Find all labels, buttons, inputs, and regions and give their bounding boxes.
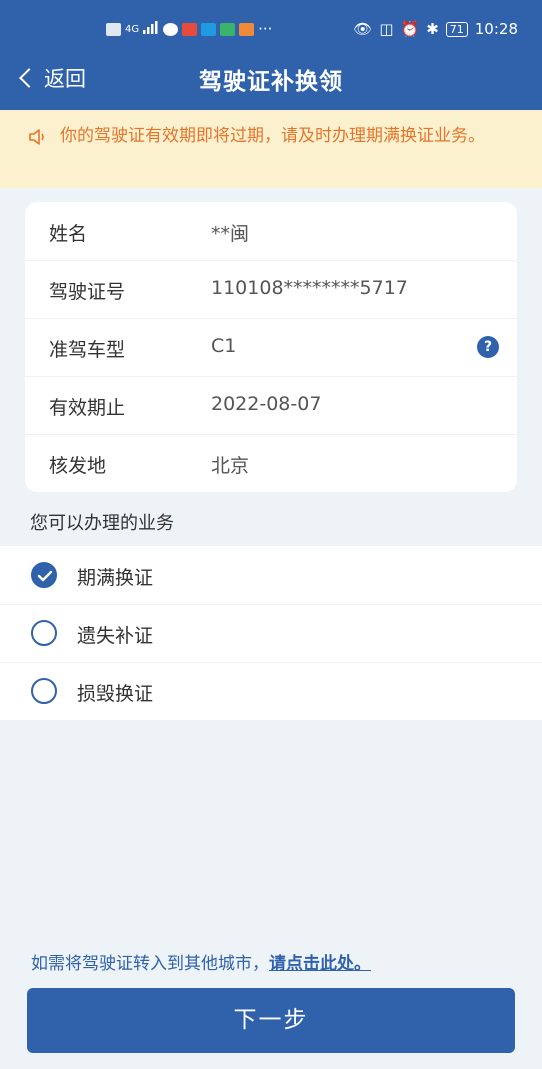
option-lost-replacement[interactable]: 遗失补证 [0, 604, 542, 663]
info-value: 110108********5717 [211, 277, 408, 299]
info-label: 准驾车型 [49, 339, 126, 361]
app-icon-green [220, 22, 236, 36]
status-bar: 4G ··· 👁 ◫ ⏰ ✱ 71 10:28 [0, 20, 542, 44]
app-icon-blue [201, 22, 217, 36]
nfc-icon: ◫ [379, 20, 394, 38]
transfer-link[interactable]: 请点击此处。 [269, 954, 371, 974]
chat-icon [163, 22, 179, 36]
info-value: **闽 [211, 223, 250, 245]
notification-icons: 4G ··· [106, 20, 272, 38]
notice-text: 你的驾驶证有效期即将过期，请及时办理期满换证业务。 [60, 126, 485, 146]
info-row-expiry-date: 有效期止 2022-08-07 [25, 376, 517, 435]
system-icons: 👁 ◫ ⏰ ✱ 71 10:28 [353, 20, 518, 38]
radio-unchecked-icon[interactable] [31, 620, 57, 646]
hd-icon [106, 22, 121, 36]
more-icon: ··· [258, 20, 273, 38]
radio-checked-icon[interactable] [31, 562, 57, 588]
info-row-license-number: 驾驶证号 110108********5717 [25, 260, 517, 319]
bluetooth-icon: ✱ [426, 20, 439, 38]
signal-icon [143, 20, 159, 38]
info-row-issuing-place: 核发地 北京 [25, 434, 517, 492]
eye-icon: 👁 [353, 20, 373, 38]
radio-unchecked-icon[interactable] [31, 678, 57, 704]
option-label: 期满换证 [77, 567, 154, 589]
help-icon[interactable]: ? [477, 336, 499, 358]
option-damaged-replacement[interactable]: 损毁换证 [0, 662, 542, 720]
info-value: 2022-08-07 [211, 393, 322, 415]
info-row-vehicle-class: 准驾车型 C1 ? [25, 318, 517, 377]
network-type: 4G [125, 23, 140, 35]
info-value: 北京 [211, 455, 250, 477]
speaker-icon [28, 128, 48, 146]
info-value: C1 [211, 335, 237, 357]
services-title: 您可以办理的业务 [30, 513, 174, 534]
option-renewal[interactable]: 期满换证 [0, 546, 542, 605]
app-header: 4G ··· 👁 ◫ ⏰ ✱ 71 10:28 返回 驾驶证补换领 [0, 0, 542, 110]
info-label: 核发地 [49, 455, 107, 477]
app-icon-orange [239, 22, 255, 36]
battery-icon: 71 [445, 21, 468, 37]
alarm-icon: ⏰ [400, 20, 420, 38]
app-icon-red [182, 22, 198, 36]
transfer-note: 如需将驾驶证转入到其他城市，请点击此处。 [31, 949, 371, 974]
option-label: 遗失补证 [77, 625, 154, 647]
clock: 10:28 [474, 20, 518, 38]
info-label: 驾驶证号 [49, 281, 126, 303]
info-row-name: 姓名 **闽 [25, 202, 517, 261]
info-label: 有效期止 [49, 397, 126, 419]
expiry-notice: 你的驾驶证有效期即将过期，请及时办理期满换证业务。 [0, 110, 542, 188]
info-label: 姓名 [49, 223, 88, 245]
option-label: 损毁换证 [77, 683, 154, 705]
service-options: 期满换证 遗失补证 损毁换证 [0, 546, 542, 720]
transfer-text: 如需将驾驶证转入到其他城市， [31, 954, 269, 974]
next-step-button[interactable]: 下一步 [27, 988, 515, 1053]
license-info-card: 姓名 **闽 驾驶证号 110108********5717 准驾车型 C1 ?… [25, 202, 517, 492]
page-title: 驾驶证补换领 [199, 69, 343, 95]
